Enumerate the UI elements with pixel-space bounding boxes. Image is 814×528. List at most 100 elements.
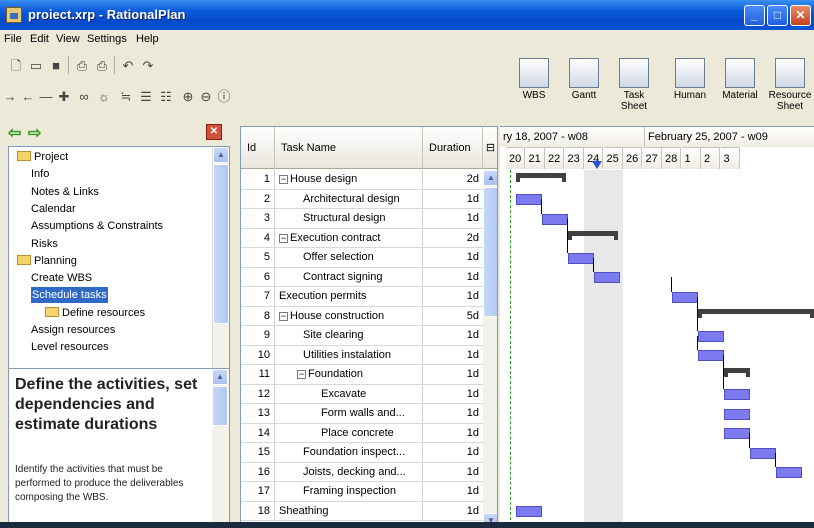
table-row[interactable]: 11− Foundation 1d (241, 365, 483, 385)
table-row[interactable]: 18 Sheathing 1d (241, 501, 483, 521)
column-header-task-name[interactable]: Task Name (275, 127, 423, 169)
task-bar[interactable] (724, 428, 750, 440)
task-bar[interactable] (698, 350, 724, 362)
collapse-icon[interactable]: − (297, 370, 306, 379)
print-preview-icon[interactable]: ⎙ (74, 58, 90, 74)
view-gantt-button[interactable]: Gantt (560, 58, 608, 120)
menu-view[interactable]: View (56, 33, 80, 45)
task-bar[interactable] (776, 467, 802, 479)
collapse-icon[interactable]: − (279, 233, 288, 243)
table-row[interactable]: 15 Foundation inspect... 1d (241, 443, 483, 463)
close-panel-icon[interactable]: ✕ (206, 124, 222, 140)
scroll-up-icon[interactable]: ▲ (212, 369, 228, 385)
table-row[interactable]: 10 Utilities instalation 1d (241, 345, 483, 365)
table-row[interactable]: 6 Contract signing 1d (241, 267, 483, 287)
help-scrollbar[interactable]: ▲ (212, 369, 229, 527)
menu-help[interactable]: Help (136, 33, 159, 45)
title-bar[interactable]: proiect.xrp - RationalPlan _ □ ✕ (0, 0, 814, 30)
maximize-button[interactable]: □ (767, 5, 788, 26)
print-icon[interactable]: ⎙ (94, 58, 110, 74)
tree-item[interactable]: Planning (17, 253, 77, 269)
table-row[interactable]: 2 Architectural design 1d (241, 189, 483, 209)
summary-bar[interactable] (724, 367, 750, 377)
view-task-sheet-button[interactable]: Task Sheet (610, 58, 658, 120)
close-button[interactable]: ✕ (790, 5, 811, 26)
table-row[interactable]: 14 Place concrete 1d (241, 423, 483, 443)
table-row[interactable]: 3 Structural design 1d (241, 209, 483, 229)
zoom-out-icon[interactable]: ⊖ (198, 89, 214, 105)
column-chooser-icon[interactable]: ⊟ (483, 127, 497, 169)
outdent-icon[interactable]: ← (20, 89, 36, 105)
view-resource-sheet-button[interactable]: Resource Sheet (766, 58, 814, 120)
remove-icon[interactable]: — (38, 89, 54, 105)
info-icon[interactable]: ⓘ (216, 89, 232, 105)
minimize-button[interactable]: _ (744, 5, 765, 26)
grid-scrollbar[interactable]: ▲ ▼ (483, 170, 497, 527)
zoom-in-icon[interactable]: ⊕ (180, 89, 196, 105)
table-row[interactable]: 12 Excavate 1d (241, 384, 483, 404)
table-row[interactable]: 9 Site clearing 1d (241, 326, 483, 346)
menu-edit[interactable]: Edit (30, 33, 49, 45)
table-row[interactable]: 17 Framing inspection 1d (241, 482, 483, 502)
scroll-thumb[interactable] (212, 386, 228, 426)
link-icon[interactable]: ∞ (76, 89, 92, 105)
scroll-thumb[interactable] (483, 187, 497, 317)
table-row[interactable]: 7 Execution permits 1d (241, 287, 483, 307)
collapse-icon[interactable]: − (279, 175, 288, 184)
table-row[interactable]: 5 Offer selection 1d (241, 248, 483, 268)
task-bar[interactable] (542, 213, 568, 225)
undo-icon[interactable]: ↶ (120, 58, 136, 74)
save-icon[interactable]: ■ (48, 58, 64, 74)
tree-item[interactable]: Assign resources (31, 322, 115, 338)
forward-arrow-icon[interactable]: ⇨ (28, 123, 41, 143)
tree-item[interactable]: Calendar (31, 201, 76, 217)
unlink-icon[interactable]: ☼ (96, 89, 112, 105)
task-bar[interactable] (568, 252, 594, 264)
table-row[interactable]: 1− House design 2d (241, 170, 483, 190)
summary-bar[interactable] (516, 172, 566, 182)
task-bar[interactable] (516, 506, 542, 518)
split-icon[interactable]: ☰ (138, 89, 154, 105)
scroll-up-icon[interactable]: ▲ (213, 147, 229, 163)
table-row[interactable]: 8− House construction 5d (241, 306, 483, 326)
view-human-button[interactable]: Human (666, 58, 714, 120)
scroll-up-icon[interactable]: ▲ (483, 170, 497, 186)
summary-bar[interactable] (568, 231, 618, 241)
add-task-icon[interactable]: ✚ (56, 89, 72, 105)
scroll-thumb[interactable] (213, 164, 229, 324)
view-material-button[interactable]: Material (716, 58, 764, 120)
new-file-icon[interactable]: 🗋 (8, 58, 24, 74)
task-bar[interactable] (672, 291, 698, 303)
critical-path-icon[interactable]: ☷ (158, 89, 174, 105)
tree-item[interactable]: Risks (31, 236, 58, 252)
tree-item[interactable]: Level resources (31, 339, 109, 355)
tree-item[interactable]: Schedule tasks (31, 287, 108, 304)
open-folder-icon[interactable]: ▭ (28, 58, 44, 74)
table-row[interactable]: 4− Execution contract 2d (241, 228, 483, 248)
task-bar[interactable] (594, 272, 620, 284)
collapse-icon[interactable]: − (279, 311, 288, 321)
menu-file[interactable]: File (4, 33, 22, 45)
back-arrow-icon[interactable]: ⇦ (8, 123, 21, 143)
view-wbs-button[interactable]: WBS (510, 58, 558, 120)
task-bar[interactable] (516, 194, 542, 206)
tree-item[interactable]: Info (31, 166, 49, 182)
column-header-duration[interactable]: Duration (423, 127, 483, 169)
menu-settings[interactable]: Settings (87, 33, 127, 45)
task-bar[interactable] (724, 389, 750, 401)
redo-icon[interactable]: ↷ (140, 58, 156, 74)
tree-item[interactable]: Assumptions & Constraints (31, 218, 163, 234)
table-row[interactable]: 13 Form walls and... 1d (241, 404, 483, 424)
task-bar[interactable] (750, 447, 776, 459)
table-row[interactable]: 16 Joists, decking and... 1d (241, 462, 483, 482)
tree-item[interactable]: Create WBS (31, 270, 92, 286)
column-header-id[interactable]: Id (241, 127, 275, 169)
task-bar[interactable] (698, 330, 724, 342)
task-bar[interactable] (724, 408, 750, 420)
indent-icon[interactable]: → (2, 89, 18, 105)
summary-bar[interactable] (698, 309, 814, 319)
tree-item[interactable]: Define resources (45, 305, 145, 321)
tree-item[interactable]: Notes & Links (31, 184, 99, 200)
task-info-icon[interactable]: ≒ (118, 89, 134, 105)
tree-item[interactable]: Project (17, 149, 68, 165)
